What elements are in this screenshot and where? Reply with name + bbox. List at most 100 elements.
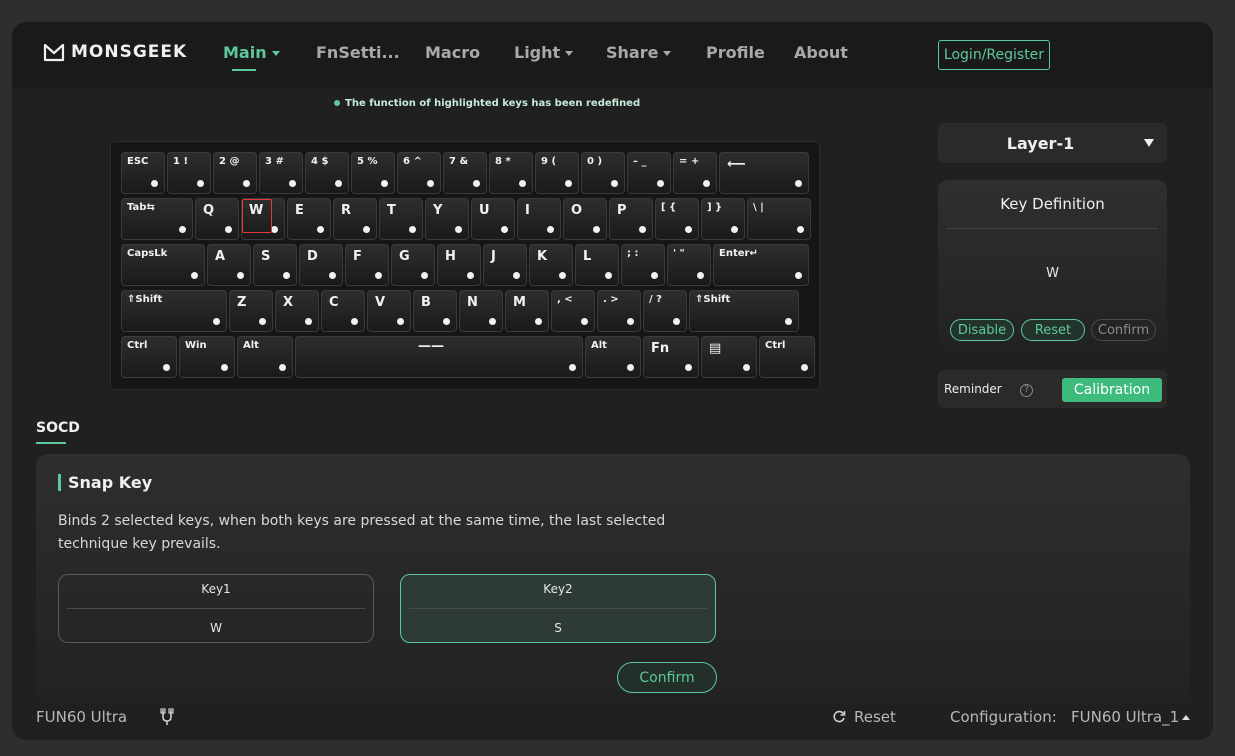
nav-macro[interactable]: Macro bbox=[425, 43, 480, 62]
redefined-notice: The function of highlighted keys has bee… bbox=[334, 98, 640, 109]
nav-light[interactable]: Light bbox=[514, 43, 574, 62]
refresh-icon[interactable] bbox=[832, 710, 846, 724]
reset-key-button[interactable]: Reset bbox=[1021, 319, 1085, 341]
key-0-13[interactable]: ⟵ bbox=[719, 152, 809, 194]
key-0-10[interactable]: 0 ) bbox=[581, 152, 625, 194]
key-4-7[interactable]: Ctrl bbox=[759, 336, 815, 378]
key-2-6[interactable]: H bbox=[437, 244, 481, 286]
key-2-7[interactable]: J bbox=[483, 244, 527, 286]
layer-select-value: Layer-1 bbox=[1006, 134, 1075, 153]
key-4-4[interactable]: Alt bbox=[585, 336, 641, 378]
key2-value: S bbox=[554, 621, 562, 635]
nav-fnsettings[interactable]: FnSetti... bbox=[316, 43, 400, 62]
reset-config-button[interactable]: Reset bbox=[854, 708, 896, 726]
key-0-4[interactable]: 4 $ bbox=[305, 152, 349, 194]
key-label: ] } bbox=[707, 202, 723, 213]
nav-share[interactable]: Share bbox=[606, 43, 672, 62]
key-label: 1 ! bbox=[173, 156, 188, 167]
key-0-12[interactable]: = + bbox=[673, 152, 717, 194]
login-register-button[interactable]: Login/Register bbox=[938, 40, 1050, 70]
key-label: Alt bbox=[591, 340, 607, 351]
key-1-3[interactable]: E bbox=[287, 198, 331, 240]
key-3-0[interactable]: ⇑Shift bbox=[121, 290, 227, 332]
key-3-5[interactable]: B bbox=[413, 290, 457, 332]
key-dot-icon bbox=[283, 272, 290, 279]
key-2-10[interactable]: ; : bbox=[621, 244, 665, 286]
key-1-5[interactable]: T bbox=[379, 198, 423, 240]
layer-select[interactable]: Layer-1 bbox=[938, 123, 1167, 163]
key-2-3[interactable]: D bbox=[299, 244, 343, 286]
socd-confirm-button[interactable]: Confirm bbox=[617, 662, 717, 693]
key-4-6[interactable]: ▤ bbox=[701, 336, 757, 378]
key-4-0[interactable]: Ctrl bbox=[121, 336, 177, 378]
key-2-4[interactable]: F bbox=[345, 244, 389, 286]
nav-main[interactable]: Main bbox=[223, 43, 280, 62]
key-3-4[interactable]: V bbox=[367, 290, 411, 332]
key-1-11[interactable]: [ { bbox=[655, 198, 699, 240]
key-3-11[interactable]: ⇑Shift bbox=[689, 290, 799, 332]
key-4-2[interactable]: Alt bbox=[237, 336, 293, 378]
key-2-0[interactable]: CapsLk bbox=[121, 244, 205, 286]
tab-socd[interactable]: SOCD bbox=[36, 420, 80, 436]
key-dot-icon bbox=[259, 318, 266, 325]
key-1-7[interactable]: U bbox=[471, 198, 515, 240]
key-2-9[interactable]: L bbox=[575, 244, 619, 286]
key-1-6[interactable]: Y bbox=[425, 198, 469, 240]
key-1-8[interactable]: I bbox=[517, 198, 561, 240]
key-0-3[interactable]: 3 # bbox=[259, 152, 303, 194]
key-3-6[interactable]: N bbox=[459, 290, 503, 332]
key-2-12[interactable]: Enter↵ bbox=[713, 244, 809, 286]
key-dot-icon bbox=[351, 318, 358, 325]
key-0-6[interactable]: 6 ^ bbox=[397, 152, 441, 194]
caret-up-icon[interactable] bbox=[1182, 715, 1190, 720]
key-0-2[interactable]: 2 @ bbox=[213, 152, 257, 194]
key-3-3[interactable]: C bbox=[321, 290, 365, 332]
key-3-10[interactable]: / ? bbox=[643, 290, 687, 332]
key-3-9[interactable]: . > bbox=[597, 290, 641, 332]
key-0-7[interactable]: 7 & bbox=[443, 152, 487, 194]
key-3-8[interactable]: , < bbox=[551, 290, 595, 332]
key-0-5[interactable]: 5 % bbox=[351, 152, 395, 194]
key-3-2[interactable]: X bbox=[275, 290, 319, 332]
key-dot-icon bbox=[797, 226, 804, 233]
key-2-1[interactable]: A bbox=[207, 244, 251, 286]
key-1-10[interactable]: P bbox=[609, 198, 653, 240]
key-1-2[interactable]: W bbox=[241, 198, 285, 240]
key1-slot[interactable]: Key1 W bbox=[58, 574, 374, 643]
snap-key-description: Binds 2 selected keys, when both keys ar… bbox=[58, 513, 666, 552]
key-0-0[interactable]: ESC bbox=[121, 152, 165, 194]
key-1-4[interactable]: R bbox=[333, 198, 377, 240]
key-2-5[interactable]: G bbox=[391, 244, 435, 286]
configuration-select[interactable]: FUN60 Ultra_1 bbox=[1071, 708, 1179, 726]
key-1-0[interactable]: Tab⇆ bbox=[121, 198, 193, 240]
key-0-9[interactable]: 9 ( bbox=[535, 152, 579, 194]
nav-profile[interactable]: Profile bbox=[706, 43, 765, 62]
key-2-8[interactable]: K bbox=[529, 244, 573, 286]
help-icon[interactable]: ? bbox=[1020, 384, 1033, 397]
key-label: = + bbox=[679, 156, 700, 167]
key-2-11[interactable]: ' " bbox=[667, 244, 711, 286]
key-3-7[interactable]: M bbox=[505, 290, 549, 332]
key-0-11[interactable]: – _ bbox=[627, 152, 671, 194]
key-2-2[interactable]: S bbox=[253, 244, 297, 286]
calibration-button[interactable]: Calibration bbox=[1062, 378, 1162, 402]
connection-icon[interactable] bbox=[158, 708, 176, 726]
key-0-1[interactable]: 1 ! bbox=[167, 152, 211, 194]
key-4-5[interactable]: Fn bbox=[643, 336, 699, 378]
key-1-1[interactable]: Q bbox=[195, 198, 239, 240]
key-0-8[interactable]: 8 * bbox=[489, 152, 533, 194]
key2-slot[interactable]: Key2 S bbox=[400, 574, 716, 643]
brand-logo[interactable]: MONSGEEK bbox=[43, 42, 187, 62]
disable-button[interactable]: Disable bbox=[950, 319, 1014, 341]
nav-about[interactable]: About bbox=[794, 43, 848, 62]
key-4-1[interactable]: Win bbox=[179, 336, 235, 378]
key-1-12[interactable]: ] } bbox=[701, 198, 745, 240]
key-1-9[interactable]: O bbox=[563, 198, 607, 240]
key-4-3[interactable]: —— bbox=[295, 336, 583, 378]
key-dot-icon bbox=[519, 180, 526, 187]
key-1-13[interactable]: \ | bbox=[747, 198, 811, 240]
key-dot-icon bbox=[657, 180, 664, 187]
confirm-key-button[interactable]: Confirm bbox=[1091, 319, 1156, 341]
key-3-1[interactable]: Z bbox=[229, 290, 273, 332]
key-dot-icon bbox=[317, 226, 324, 233]
